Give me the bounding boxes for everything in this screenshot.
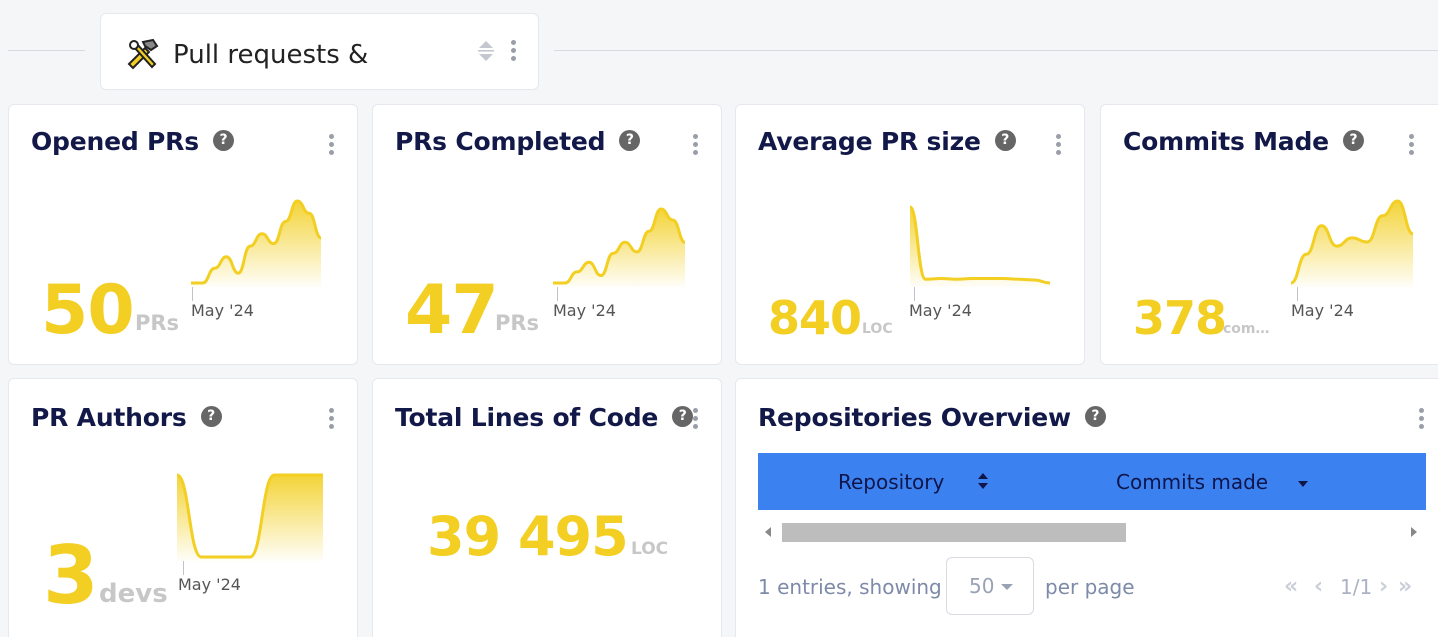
card-total-lines-of-code: Total Lines of Code? 39 495 LOC: [372, 378, 722, 637]
metric-value: 3: [43, 529, 99, 622]
card-title: Commits Made?: [1123, 127, 1364, 156]
metric-unit: LOC: [631, 539, 669, 559]
metric-value: 840: [768, 291, 862, 345]
hammer-wrench-icon: [127, 38, 159, 70]
card-title: Average PR size?: [758, 127, 1016, 156]
per-page-select[interactable]: 50: [946, 557, 1034, 615]
sparkline-area: [177, 475, 323, 561]
metric-value: 378: [1133, 291, 1227, 345]
card-menu-icon[interactable]: [329, 134, 335, 156]
horizontal-scrollbar[interactable]: [758, 519, 1426, 545]
prev-page-icon[interactable]: ‹: [1314, 574, 1323, 599]
per-page-value: 50: [969, 574, 995, 598]
sort-both-icon[interactable]: [977, 471, 989, 491]
sparkline-chart: [191, 199, 321, 287]
card-title: Opened PRs?: [31, 127, 234, 156]
help-icon[interactable]: ?: [1342, 129, 1364, 151]
column-header-repository[interactable]: Repository: [838, 470, 944, 494]
sparkline-chart: [553, 207, 685, 287]
scroll-right-icon[interactable]: [1410, 527, 1418, 537]
card-title: PR Authors?: [31, 403, 222, 432]
card-menu-icon[interactable]: [1409, 134, 1415, 156]
card-title: PRs Completed?: [395, 127, 641, 156]
chevron-down-icon: [1001, 584, 1013, 590]
sparkline-area: [910, 207, 1050, 287]
sparkline-line: [910, 205, 1050, 285]
section-menu-icon[interactable]: [511, 40, 517, 62]
scroll-left-icon[interactable]: [764, 527, 772, 537]
metric-unit: devs: [99, 579, 168, 609]
column-header-commits-made[interactable]: Commits made: [1116, 470, 1268, 494]
axis-date-label: May '24: [553, 301, 616, 320]
sparkline-chart: [1291, 199, 1413, 287]
card-title: Repositories Overview?: [758, 403, 1106, 432]
metric-unit: com…: [1223, 321, 1270, 337]
metric-value: 39 495: [427, 505, 629, 568]
axis-date-label: May '24: [909, 301, 972, 320]
help-icon[interactable]: ?: [619, 129, 641, 151]
card-menu-icon[interactable]: [1419, 408, 1425, 430]
sparkline-area: [1291, 201, 1413, 287]
card-menu-icon[interactable]: [693, 408, 699, 430]
sort-desc-icon[interactable]: [1297, 480, 1309, 488]
card-average-pr-size: Average PR size? 840 LOC May '24: [735, 104, 1085, 365]
section-header: Pull requests &: [100, 13, 539, 90]
section-divider-right: [554, 50, 1438, 51]
page-indicator: 1/1: [1340, 575, 1373, 599]
metric-value: 47: [405, 271, 499, 350]
metric-unit: PRs: [495, 311, 540, 335]
axis-tick: [1297, 287, 1298, 301]
card-opened-prs: Opened PRs? 50 PRs May '24: [8, 104, 358, 365]
help-icon[interactable]: ?: [1084, 405, 1106, 427]
table-header: Repository Commits made: [758, 453, 1426, 510]
metric-unit: PRs: [135, 311, 180, 335]
sparkline-chart: [910, 205, 1050, 287]
help-icon[interactable]: ?: [200, 405, 222, 427]
axis-date-label: May '24: [178, 575, 241, 594]
card-prs-completed: PRs Completed? 47 PRs May '24: [372, 104, 722, 365]
help-icon[interactable]: ?: [994, 129, 1016, 151]
card-menu-icon[interactable]: [329, 408, 335, 430]
entries-summary: 1 entries, showing: [758, 575, 942, 599]
card-title: Total Lines of Code?: [395, 403, 694, 432]
help-icon[interactable]: ?: [212, 129, 234, 151]
section-divider-left: [8, 50, 85, 51]
card-repositories-overview: Repositories Overview? Repository Commit…: [735, 378, 1438, 637]
card-pr-authors: PR Authors? 3 devs May '24: [8, 378, 358, 637]
axis-tick: [557, 287, 558, 301]
metric-unit: LOC: [862, 321, 893, 337]
axis-date-label: May '24: [1291, 301, 1354, 320]
next-page-icon[interactable]: ›: [1379, 574, 1388, 599]
axis-tick: [192, 287, 193, 301]
card-menu-icon[interactable]: [693, 134, 699, 156]
first-page-icon[interactable]: «: [1284, 574, 1298, 599]
sparkline-chart: [177, 473, 323, 561]
last-page-icon[interactable]: »: [1398, 574, 1412, 599]
axis-date-label: May '24: [191, 301, 254, 320]
help-icon[interactable]: ?: [672, 405, 694, 427]
card-menu-icon[interactable]: [1056, 134, 1062, 156]
per-page-label: per page: [1045, 575, 1135, 599]
axis-tick: [914, 287, 915, 301]
card-commits-made: Commits Made? 378 com… May '24: [1100, 104, 1438, 365]
axis-tick: [183, 561, 184, 575]
section-title: Pull requests &: [173, 40, 369, 70]
metric-value: 50: [41, 271, 135, 350]
sort-handle-icon[interactable]: [477, 38, 495, 64]
scrollbar-thumb[interactable]: [782, 523, 1126, 542]
